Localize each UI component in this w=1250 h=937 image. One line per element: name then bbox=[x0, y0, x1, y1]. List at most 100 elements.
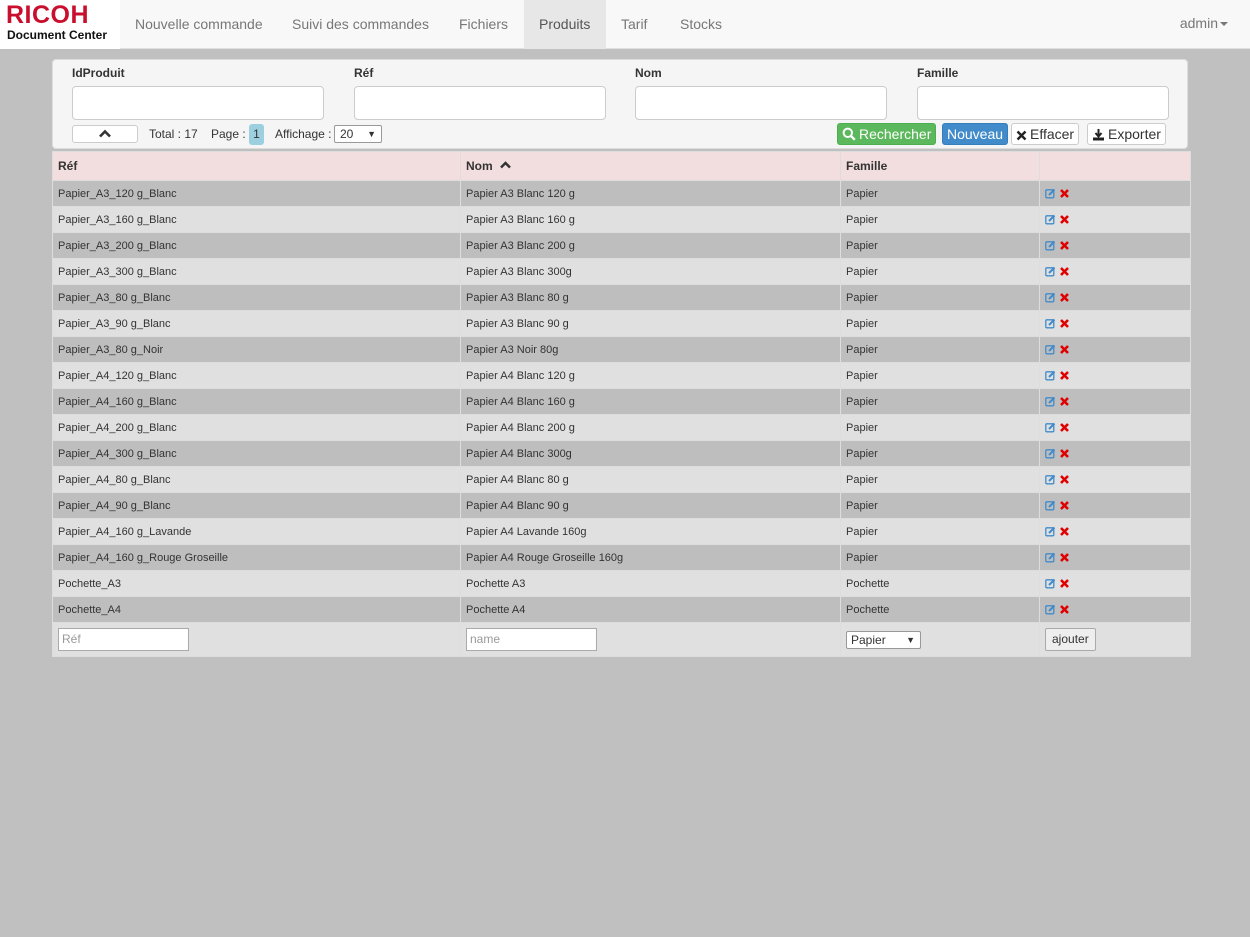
table-row[interactable]: Pochette_A3 Pochette A3 Pochette bbox=[52, 570, 1191, 597]
table-row[interactable]: Papier_A3_200 g_Blanc Papier A3 Blanc 200… bbox=[52, 232, 1191, 259]
cell-famille: Papier bbox=[840, 284, 1040, 311]
delete-icon[interactable] bbox=[1059, 552, 1070, 563]
delete-icon[interactable] bbox=[1059, 344, 1070, 355]
cell-actions bbox=[1039, 570, 1191, 597]
edit-icon[interactable] bbox=[1045, 318, 1056, 329]
delete-icon[interactable] bbox=[1059, 318, 1070, 329]
table-row[interactable]: Papier_A3_90 g_Blanc Papier A3 Blanc 90 g… bbox=[52, 310, 1191, 337]
page-number[interactable]: 1 bbox=[249, 124, 264, 145]
delete-icon[interactable] bbox=[1059, 578, 1070, 589]
cell-nom: Pochette A4 bbox=[460, 596, 841, 623]
delete-icon[interactable] bbox=[1059, 526, 1070, 537]
table-row[interactable]: Papier_A4_160 g_Blanc Papier A4 Blanc 160… bbox=[52, 388, 1191, 415]
column-header-ref[interactable]: Réf bbox=[52, 151, 461, 181]
user-menu[interactable]: admin bbox=[1180, 0, 1228, 49]
display-label: Affichage : bbox=[275, 127, 332, 141]
table-row[interactable]: Papier_A4_120 g_Blanc Papier A4 Blanc 120… bbox=[52, 362, 1191, 389]
delete-icon[interactable] bbox=[1059, 604, 1070, 615]
delete-icon[interactable] bbox=[1059, 448, 1070, 459]
nav-item-fichiers[interactable]: Fichiers bbox=[444, 0, 523, 49]
column-header-nom[interactable]: Nom bbox=[460, 151, 841, 181]
nav-item-produits[interactable]: Produits bbox=[524, 0, 606, 49]
cell-nom: Papier A3 Blanc 120 g bbox=[460, 180, 841, 207]
column-header-nom-label: Nom bbox=[466, 159, 493, 173]
new-button[interactable]: Nouveau bbox=[942, 123, 1009, 145]
cell-ref: Papier_A3_80 g_Noir bbox=[52, 336, 461, 363]
edit-icon[interactable] bbox=[1045, 266, 1056, 277]
table-row[interactable]: Papier_A4_90 g_Blanc Papier A4 Blanc 90 g… bbox=[52, 492, 1191, 519]
edit-icon[interactable] bbox=[1045, 422, 1056, 433]
nav-item-nouvelle-commande[interactable]: Nouvelle commande bbox=[120, 0, 278, 49]
delete-icon[interactable] bbox=[1059, 188, 1070, 199]
famille-input[interactable] bbox=[917, 86, 1169, 120]
delete-icon[interactable] bbox=[1059, 292, 1070, 303]
table-row[interactable]: Papier_A4_200 g_Blanc Papier A4 Blanc 200… bbox=[52, 414, 1191, 441]
delete-icon[interactable] bbox=[1059, 240, 1070, 251]
idproduit-input[interactable] bbox=[72, 86, 324, 120]
add-name-cell: name bbox=[460, 622, 841, 657]
delete-icon[interactable] bbox=[1059, 396, 1070, 407]
nav-item-suivi-commandes[interactable]: Suivi des commandes bbox=[277, 0, 444, 49]
edit-icon[interactable] bbox=[1045, 396, 1056, 407]
export-button-label: Exporter bbox=[1108, 126, 1161, 142]
dropdown-arrow-icon: ▼ bbox=[367, 129, 376, 139]
cell-famille: Papier bbox=[840, 180, 1040, 207]
cell-nom: Papier A4 Rouge Groseille 160g bbox=[460, 544, 841, 571]
column-header-famille[interactable]: Famille bbox=[840, 151, 1040, 181]
edit-icon[interactable] bbox=[1045, 578, 1056, 589]
new-ref-input[interactable]: Réf bbox=[58, 628, 189, 651]
new-family-select[interactable]: Papier ▼ bbox=[846, 630, 921, 649]
table-row[interactable]: Pochette_A4 Pochette A4 Pochette bbox=[52, 596, 1191, 623]
cell-actions bbox=[1039, 596, 1191, 623]
ricoh-logo[interactable]: RICOH Document Center bbox=[0, 0, 120, 49]
collapse-filters-button[interactable] bbox=[72, 125, 138, 143]
search-button[interactable]: Rechercher bbox=[837, 123, 937, 145]
cell-nom: Papier A3 Blanc 200 g bbox=[460, 232, 841, 259]
page-size-select[interactable]: 20 ▼ bbox=[334, 125, 382, 143]
cell-famille: Papier bbox=[840, 336, 1040, 363]
edit-icon[interactable] bbox=[1045, 526, 1056, 537]
delete-icon[interactable] bbox=[1059, 500, 1070, 511]
edit-icon[interactable] bbox=[1045, 344, 1056, 355]
export-button[interactable]: Exporter bbox=[1087, 123, 1166, 145]
nav-item-tarif[interactable]: Tarif bbox=[606, 0, 662, 49]
table-row[interactable]: Papier_A4_160 g_Rouge Groseille Papier A4… bbox=[52, 544, 1191, 571]
cell-ref: Papier_A3_160 g_Blanc bbox=[52, 206, 461, 233]
delete-icon[interactable] bbox=[1059, 422, 1070, 433]
table-row[interactable]: Papier_A3_160 g_Blanc Papier A3 Blanc 160… bbox=[52, 206, 1191, 233]
edit-icon[interactable] bbox=[1045, 214, 1056, 225]
cell-actions bbox=[1039, 336, 1191, 363]
caret-down-icon bbox=[1220, 22, 1228, 27]
table-row[interactable]: Papier_A3_80 g_Noir Papier A3 Noir 80g Pap… bbox=[52, 336, 1191, 363]
table-row[interactable]: Papier_A3_120 g_Blanc Papier A3 Blanc 120… bbox=[52, 180, 1191, 207]
delete-icon[interactable] bbox=[1059, 214, 1070, 225]
ref-input[interactable] bbox=[354, 86, 606, 120]
table-row[interactable]: Papier_A3_80 g_Blanc Papier A3 Blanc 80 g… bbox=[52, 284, 1191, 311]
edit-icon[interactable] bbox=[1045, 370, 1056, 381]
edit-icon[interactable] bbox=[1045, 552, 1056, 563]
edit-icon[interactable] bbox=[1045, 604, 1056, 615]
table-row[interactable]: Papier_A4_160 g_Lavande Papier A4 Lavande… bbox=[52, 518, 1191, 545]
clear-button[interactable]: Effacer bbox=[1011, 123, 1080, 145]
delete-icon[interactable] bbox=[1059, 266, 1070, 277]
table-row[interactable]: Papier_A4_300 g_Blanc Papier A4 Blanc 300… bbox=[52, 440, 1191, 467]
edit-icon[interactable] bbox=[1045, 474, 1056, 485]
cell-nom: Papier A4 Lavande 160g bbox=[460, 518, 841, 545]
edit-icon[interactable] bbox=[1045, 240, 1056, 251]
cell-actions bbox=[1039, 362, 1191, 389]
nom-input[interactable] bbox=[635, 86, 887, 120]
add-product-button[interactable]: ajouter bbox=[1045, 628, 1096, 651]
edit-icon[interactable] bbox=[1045, 292, 1056, 303]
edit-icon[interactable] bbox=[1045, 500, 1056, 511]
search-icon bbox=[842, 127, 856, 141]
table-row[interactable]: Papier_A4_80 g_Blanc Papier A4 Blanc 80 g… bbox=[52, 466, 1191, 493]
delete-icon[interactable] bbox=[1059, 370, 1070, 381]
top-navbar: RICOH Document Center Nouvelle commande … bbox=[0, 0, 1250, 49]
table-row[interactable]: Papier_A3_300 g_Blanc Papier A3 Blanc 300… bbox=[52, 258, 1191, 285]
delete-icon[interactable] bbox=[1059, 474, 1070, 485]
edit-icon[interactable] bbox=[1045, 448, 1056, 459]
nav-item-stocks[interactable]: Stocks bbox=[665, 0, 737, 49]
new-name-input[interactable]: name bbox=[466, 628, 597, 651]
cell-famille: Papier bbox=[840, 362, 1040, 389]
edit-icon[interactable] bbox=[1045, 188, 1056, 199]
